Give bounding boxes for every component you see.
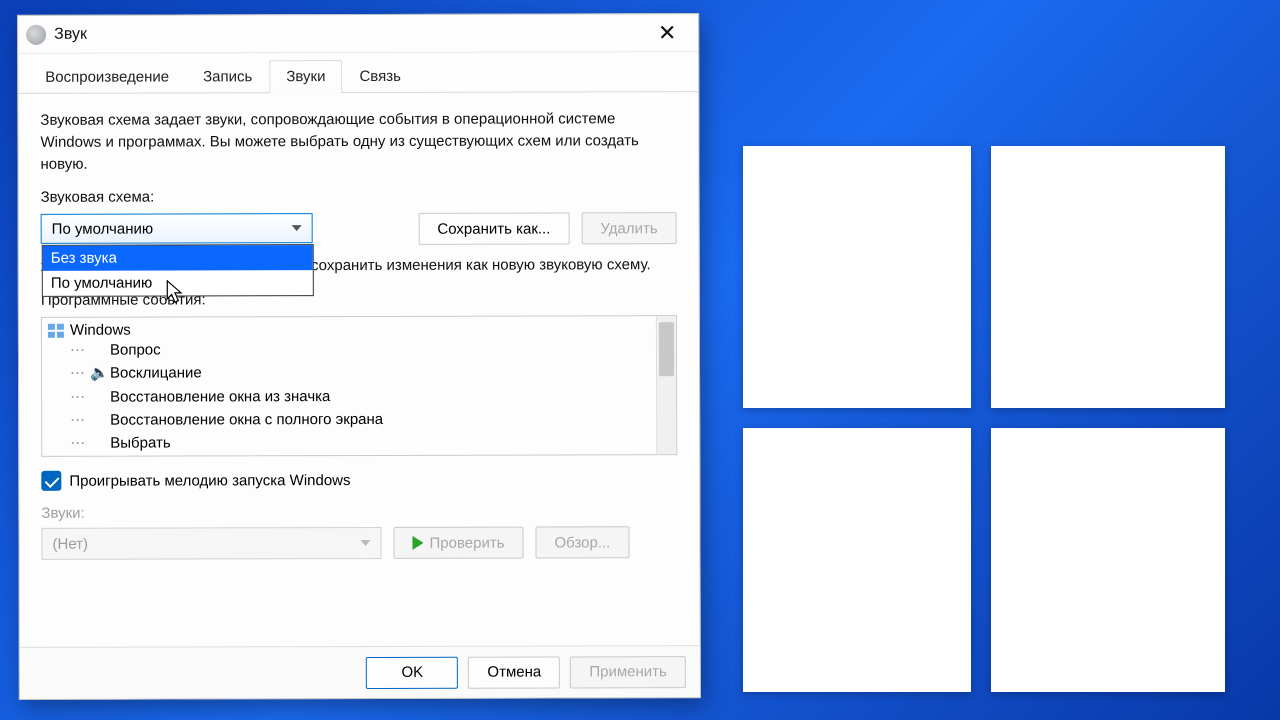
event-item[interactable]: ⋯🔈Восклицание <box>48 360 650 385</box>
description-text: Звуковая схема задает звуки, сопровождаю… <box>40 108 676 175</box>
event-item[interactable]: ⋯Выбрать <box>48 430 650 455</box>
sound-combobox: (Нет) <box>41 527 381 560</box>
event-item[interactable]: ⋯Вопрос <box>48 337 650 362</box>
scheme-combobox[interactable]: По умолчанию Без звука По умолчанию <box>41 213 313 244</box>
scheme-option-default[interactable]: По умолчанию <box>43 270 313 296</box>
scheme-option-none[interactable]: Без звука <box>43 245 313 271</box>
windows-icon <box>48 323 64 337</box>
startup-sound-checkbox[interactable] <box>41 471 61 491</box>
close-button[interactable]: ✕ <box>644 17 690 49</box>
window-title: Звук <box>54 25 87 43</box>
events-root[interactable]: Windows <box>48 320 650 339</box>
scheme-selected: По умолчанию <box>52 220 153 237</box>
scheme-dropdown: Без звука По умолчанию <box>42 244 314 297</box>
scrollbar[interactable] <box>656 316 676 454</box>
tab-playback[interactable]: Воспроизведение <box>28 60 186 93</box>
sound-value: (Нет) <box>52 535 88 552</box>
play-icon <box>412 536 423 550</box>
events-listbox[interactable]: Windows ⋯Вопрос ⋯🔈Восклицание ⋯Восстанов… <box>41 315 677 457</box>
windows-logo-tile <box>991 428 1225 692</box>
chevron-down-icon <box>292 225 302 231</box>
event-item[interactable]: ⋯Восстановление окна с полного экрана <box>48 407 650 432</box>
dialog-footer: OK Отмена Применить <box>20 645 700 699</box>
windows-logo-tile <box>743 428 971 692</box>
tab-recording[interactable]: Запись <box>186 60 269 93</box>
sounds-label: Звуки: <box>41 503 677 522</box>
windows-logo-tile <box>743 146 971 408</box>
chevron-down-icon <box>360 540 370 546</box>
test-button: Проверить <box>393 527 523 559</box>
scheme-label: Звуковая схема: <box>41 187 677 206</box>
ok-button[interactable]: OK <box>366 656 458 688</box>
titlebar[interactable]: Звук ✕ <box>18 14 698 54</box>
save-as-button[interactable]: Сохранить как... <box>418 213 569 245</box>
sound-dialog: Звук ✕ Воспроизведение Запись Звуки Связ… <box>17 13 701 700</box>
apply-button: Применить <box>570 656 686 688</box>
windows-logo-tile <box>991 146 1225 408</box>
event-item[interactable]: ⋯Восстановление окна из значка <box>48 384 650 409</box>
startup-sound-label: Проигрывать мелодию запуска Windows <box>69 472 350 490</box>
delete-button: Удалить <box>581 212 676 244</box>
tab-communications[interactable]: Связь <box>342 60 418 93</box>
cancel-button[interactable]: Отмена <box>468 656 560 688</box>
scrollbar-thumb[interactable] <box>659 322 674 376</box>
sound-icon <box>26 24 46 44</box>
tab-sounds[interactable]: Звуки <box>269 60 342 93</box>
tab-strip: Воспроизведение Запись Звуки Связь <box>18 52 698 94</box>
speaker-icon: 🔈 <box>90 362 106 385</box>
browse-button: Обзор... <box>535 526 629 558</box>
